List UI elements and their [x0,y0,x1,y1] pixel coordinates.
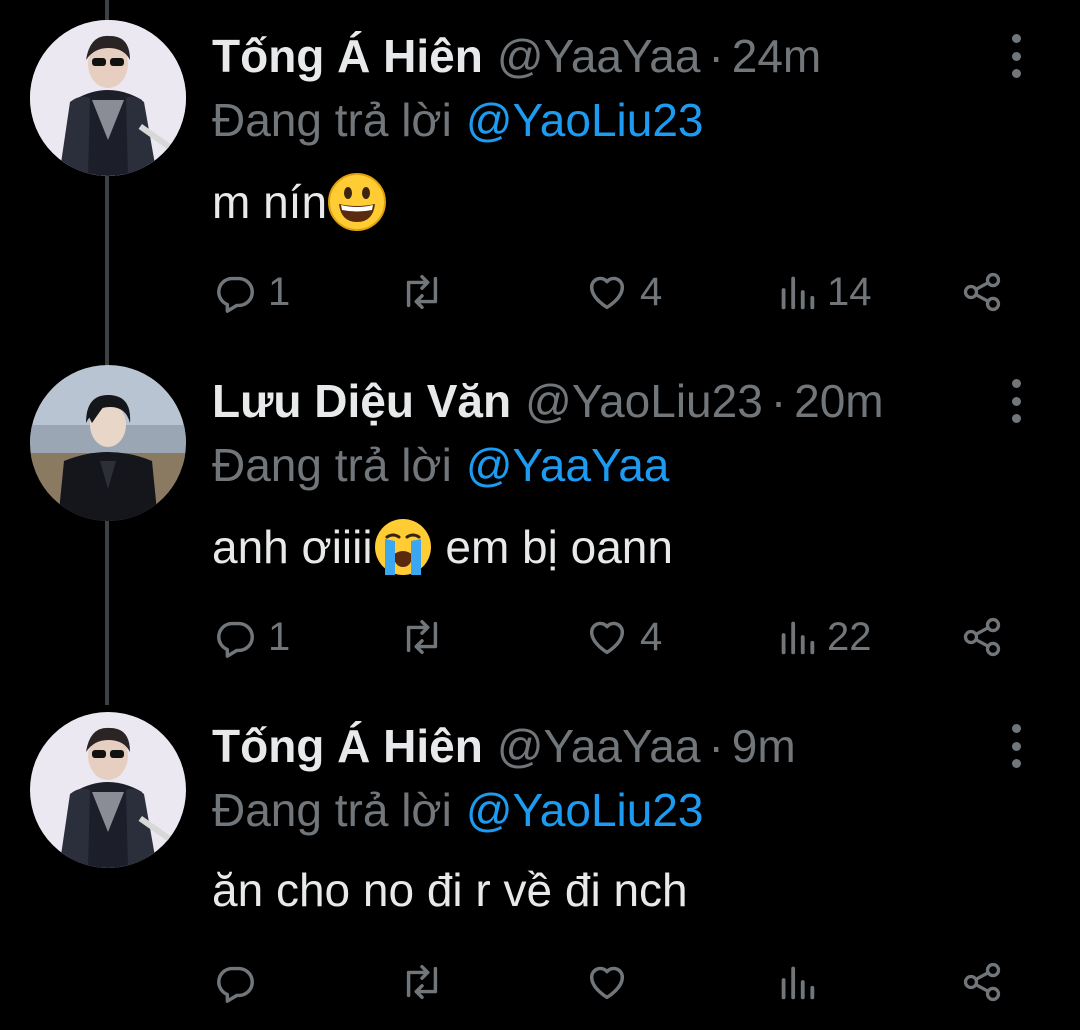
user-handle[interactable]: @YaoLiu23 [525,373,763,429]
more-vertical-icon[interactable] [1004,34,1028,78]
retweet-icon [406,964,438,1000]
tweet-text: m nín [212,172,387,232]
action-bar: 1 4 14 [212,262,1012,322]
more-vertical-icon[interactable] [1004,379,1028,423]
reply-button[interactable]: 1 [212,607,290,667]
mention-link[interactable]: @YaoLiu23 [466,784,704,836]
tweet[interactable]: Tống Á Hiên @YaaYaa · 24m Đang trả lời @Y… [0,0,1080,345]
share-button[interactable] [960,262,1004,322]
tweet-text-part: ăn cho no đi r về đi nch [212,864,688,916]
timestamp[interactable]: 20m [794,373,883,429]
loudly-crying-face-emoji-icon [374,519,431,575]
retweet-icon [406,619,438,655]
heart-icon [589,621,625,655]
share-icon [963,272,1001,312]
grinning-face-emoji-icon [328,173,387,231]
share-button[interactable] [960,952,1004,1012]
mention-link[interactable]: @YaaYaa [466,439,670,491]
display-name[interactable]: Lưu Diệu Văn [212,373,511,429]
action-bar [212,952,1012,1012]
view-count: 14 [827,269,872,314]
display-name[interactable]: Tống Á Hiên [212,28,483,84]
tweet-header: Tống Á Hiên @YaaYaa · 24m [212,28,821,84]
like-count: 4 [640,614,663,659]
timestamp[interactable]: 24m [732,28,821,84]
views-icon [781,276,815,310]
mention-link[interactable]: @YaoLiu23 [466,94,704,146]
views-icon [781,966,815,1000]
reply-button[interactable] [212,952,268,1012]
retweet-button[interactable] [397,952,457,1012]
action-bar: 1 4 22 [212,607,1012,667]
retweet-button[interactable] [397,262,457,322]
heart-icon [589,966,625,1000]
reply-count: 1 [268,614,291,659]
reply-icon [217,276,254,313]
tweet-header: Lưu Diệu Văn @YaoLiu23 · 20m [212,373,884,429]
avatar[interactable] [30,712,186,868]
avatar[interactable] [30,20,186,176]
tweet-text: ăn cho no đi r về đi nch [212,862,688,918]
views-button[interactable] [777,952,827,1012]
tweet[interactable]: Lưu Diệu Văn @YaoLiu23 · 20m Đang trả lờ… [0,345,1080,690]
share-icon [963,617,1001,657]
reply-count: 1 [268,269,291,314]
retweet-icon [406,274,438,310]
separator-dot: · [770,375,787,427]
reply-button[interactable]: 1 [212,262,290,322]
replying-to: Đang trả lời @YaaYaa [212,437,669,493]
replying-to-label: Đang trả lời [212,439,452,491]
heart-icon [589,276,625,310]
tweet-text-part: m nín [212,176,328,228]
user-handle[interactable]: @YaaYaa [497,28,701,84]
replying-to-label: Đang trả lời [212,784,452,836]
more-vertical-icon[interactable] [1004,724,1028,768]
tweet-text: anh ơiiii em bị oann [212,517,673,577]
replying-to: Đang trả lời @YaoLiu23 [212,92,704,148]
tweet-text-part: anh ơiiii [212,521,373,573]
separator-dot: · [708,30,724,82]
views-button[interactable]: 14 [777,262,872,322]
tweet-text-part: em bị oann [432,521,673,573]
tweet-header: Tống Á Hiên @YaaYaa · 9m [212,718,796,774]
like-count: 4 [640,269,663,314]
like-button[interactable]: 4 [584,607,662,667]
avatar[interactable] [30,365,186,521]
tweet[interactable]: Tống Á Hiên @YaaYaa · 9m Đang trả lời @Ya… [0,690,1080,1030]
retweet-button[interactable] [397,607,457,667]
user-handle[interactable]: @YaaYaa [497,718,701,774]
reply-icon [217,621,254,658]
like-button[interactable]: 4 [584,262,662,322]
views-icon [781,621,815,655]
share-icon [963,962,1001,1002]
view-count: 22 [827,614,872,659]
like-button[interactable] [584,952,640,1012]
views-button[interactable]: 22 [777,607,872,667]
display-name[interactable]: Tống Á Hiên [212,718,483,774]
reply-icon [217,966,254,1003]
share-button[interactable] [960,607,1004,667]
timestamp[interactable]: 9m [732,718,796,774]
replying-to: Đang trả lời @YaoLiu23 [212,782,704,838]
separator-dot: · [708,720,724,772]
replying-to-label: Đang trả lời [212,94,452,146]
